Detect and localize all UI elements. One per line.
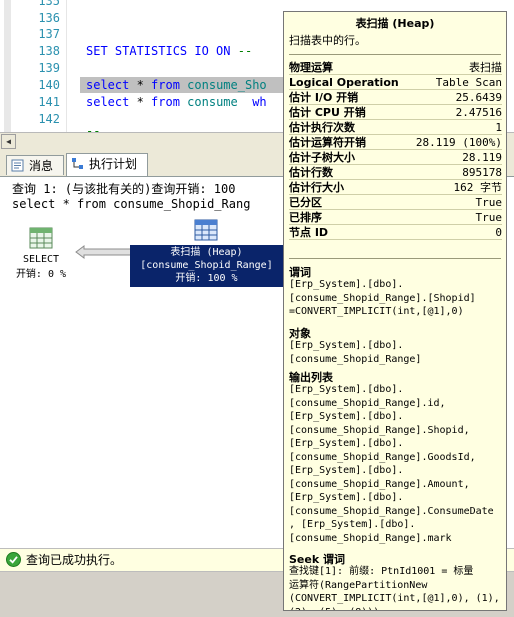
property-key: 节点 ID [289, 226, 329, 239]
property-key: 已排序 [289, 211, 322, 224]
tooltip-property-row: 估计 CPU 开销 2.47516 [289, 105, 502, 120]
tooltip-section-body: 查找键[1]: 前缀: PtnId1001 = 标量 运算符(RangePart… [289, 566, 500, 610]
line-number: 141 [38, 95, 60, 109]
tab-messages[interactable]: 消息 [6, 155, 64, 175]
tab-label: 消息 [29, 159, 54, 173]
plan-node-selection: 表扫描 (Heap) [consume_Shopid_Range] 开销: 10… [130, 245, 283, 287]
tooltip-property-row: 估计行大小 162 字节 [289, 180, 502, 195]
property-value: True [475, 196, 503, 209]
tab-execution-plan[interactable]: 执行计划 [66, 153, 148, 176]
status-text: 查询已成功执行。 [26, 553, 123, 567]
property-key: 估计 CPU 开销 [289, 106, 366, 119]
property-key: Logical Operation [289, 76, 399, 89]
code-text: * [129, 95, 152, 109]
tooltip-property-row: 已分区 True [289, 195, 502, 210]
tooltip-section-body: [Erp_System].[dbo]. [consume_Shopid_Rang… [289, 384, 494, 544]
plan-node-select[interactable]: SELECT 开销: 0 % [8, 225, 74, 285]
tooltip-description: 扫描表中的行。 [289, 34, 366, 47]
code-line-141[interactable]: select * from consume wh [86, 95, 267, 109]
property-value: 1 [495, 121, 502, 134]
tooltip-divider [289, 258, 501, 259]
tooltip-property-row: 节点 ID 0 [289, 225, 502, 240]
plan-node-label: 表扫描 (Heap) [170, 247, 243, 258]
line-number: 136 [38, 11, 60, 25]
messages-icon [11, 159, 24, 172]
tooltip-property-row: 估计运算符开销 28.119 (100%) [289, 135, 502, 150]
property-value: 表扫描 [469, 61, 502, 74]
code-keyword: wh [237, 95, 267, 109]
property-value: Table Scan [435, 76, 502, 89]
success-check-icon [6, 552, 21, 567]
tooltip-section-body: [Erp_System].[dbo]. [consume_Shopid_Rang… [289, 279, 476, 317]
code-line-140[interactable]: select * from consume_Sho [86, 78, 267, 92]
code-keyword: from [151, 78, 180, 92]
execution-plan-icon [72, 158, 83, 169]
plan-node-label: SELECT [22, 254, 60, 265]
line-number: 139 [38, 61, 60, 75]
tooltip-section-body: [Erp_System].[dbo]. [consume_Shopid_Rang… [289, 340, 422, 365]
tooltip-title: 表扫描 (Heap) [355, 17, 435, 30]
code-text: * [129, 78, 152, 92]
property-key: 物理运算 [289, 61, 333, 74]
plan-node-table-scan[interactable]: 表扫描 (Heap) [consume_Shopid_Range] 开销: 10… [130, 219, 283, 287]
property-value: 162 字节 [453, 181, 503, 194]
scroll-left-icon[interactable]: ◀ [1, 134, 16, 149]
tooltip-property-row: Logical Operation Table Scan [289, 75, 502, 90]
code-keyword: select [86, 78, 130, 92]
property-value: 28.119 [462, 151, 502, 164]
property-value: 0 [495, 226, 502, 239]
line-number: 142 [38, 112, 60, 126]
property-rule [289, 239, 502, 240]
code-line-138[interactable]: SET STATISTICS IO ON -- [86, 44, 259, 58]
property-key: 估计执行次数 [289, 121, 355, 134]
line-number: 140 [38, 78, 60, 92]
tooltip-property-row: 估计子树大小 28.119 [289, 150, 502, 165]
property-key: 估计 I/O 开销 [289, 91, 359, 104]
tooltip-property-row: 已排序 True [289, 210, 502, 225]
plan-node-table: [consume_Shopid_Range] [140, 260, 273, 271]
property-key: 估计运算符开销 [289, 136, 366, 149]
line-number: 137 [38, 27, 60, 41]
line-number: 138 [38, 44, 60, 58]
tooltip-property-row: 估计 I/O 开销 25.6439 [289, 90, 502, 105]
property-key: 估计行大小 [289, 181, 344, 194]
code-keyword: SET STATISTICS IO ON [86, 44, 231, 58]
query-cost-header: 查询 1: (与该批有关的)查询开销: 100 [12, 182, 236, 196]
property-value: 28.119 (100%) [415, 136, 502, 149]
tab-label: 执行计划 [89, 157, 138, 171]
select-operator-icon [29, 227, 53, 249]
plan-node-cost: 开销: 0 % [15, 269, 67, 280]
code-keyword: select [86, 95, 130, 109]
operator-tooltip: 表扫描 (Heap) 扫描表中的行。 物理运算 表扫描 Logical Operat… [283, 11, 507, 611]
property-key: 已分区 [289, 196, 322, 209]
data-flow-arrow [75, 245, 133, 259]
plan-node-cost: 开销: 100 % [175, 273, 238, 284]
change-tracking-bar [4, 0, 11, 132]
tooltip-divider [289, 54, 501, 55]
property-key: 估计子树大小 [289, 151, 355, 164]
code-line-142[interactable]: -- [86, 124, 100, 132]
property-value: True [475, 211, 503, 224]
query-text-header: select * from consume_Shopid_Rang [12, 197, 251, 211]
code-object: consume [179, 95, 238, 109]
property-key: 估计行数 [289, 166, 333, 179]
tooltip-property-row: 物理运算 表扫描 [289, 60, 502, 75]
property-value: 2.47516 [455, 106, 502, 119]
property-value: 25.6439 [455, 91, 502, 104]
tooltip-property-row: 估计行数 895178 [289, 165, 502, 180]
code-comment: -- [230, 44, 260, 58]
line-number-gutter: 135 136 137 138 139 140 141 142 [0, 0, 67, 132]
tooltip-property-row: 估计执行次数 1 [289, 120, 502, 135]
code-comment: -- [86, 124, 101, 132]
code-object: consume_Sho [179, 78, 267, 92]
code-keyword: from [151, 95, 180, 109]
property-value: 895178 [462, 166, 502, 179]
table-scan-icon [194, 219, 218, 241]
line-number: 135 [38, 0, 60, 8]
